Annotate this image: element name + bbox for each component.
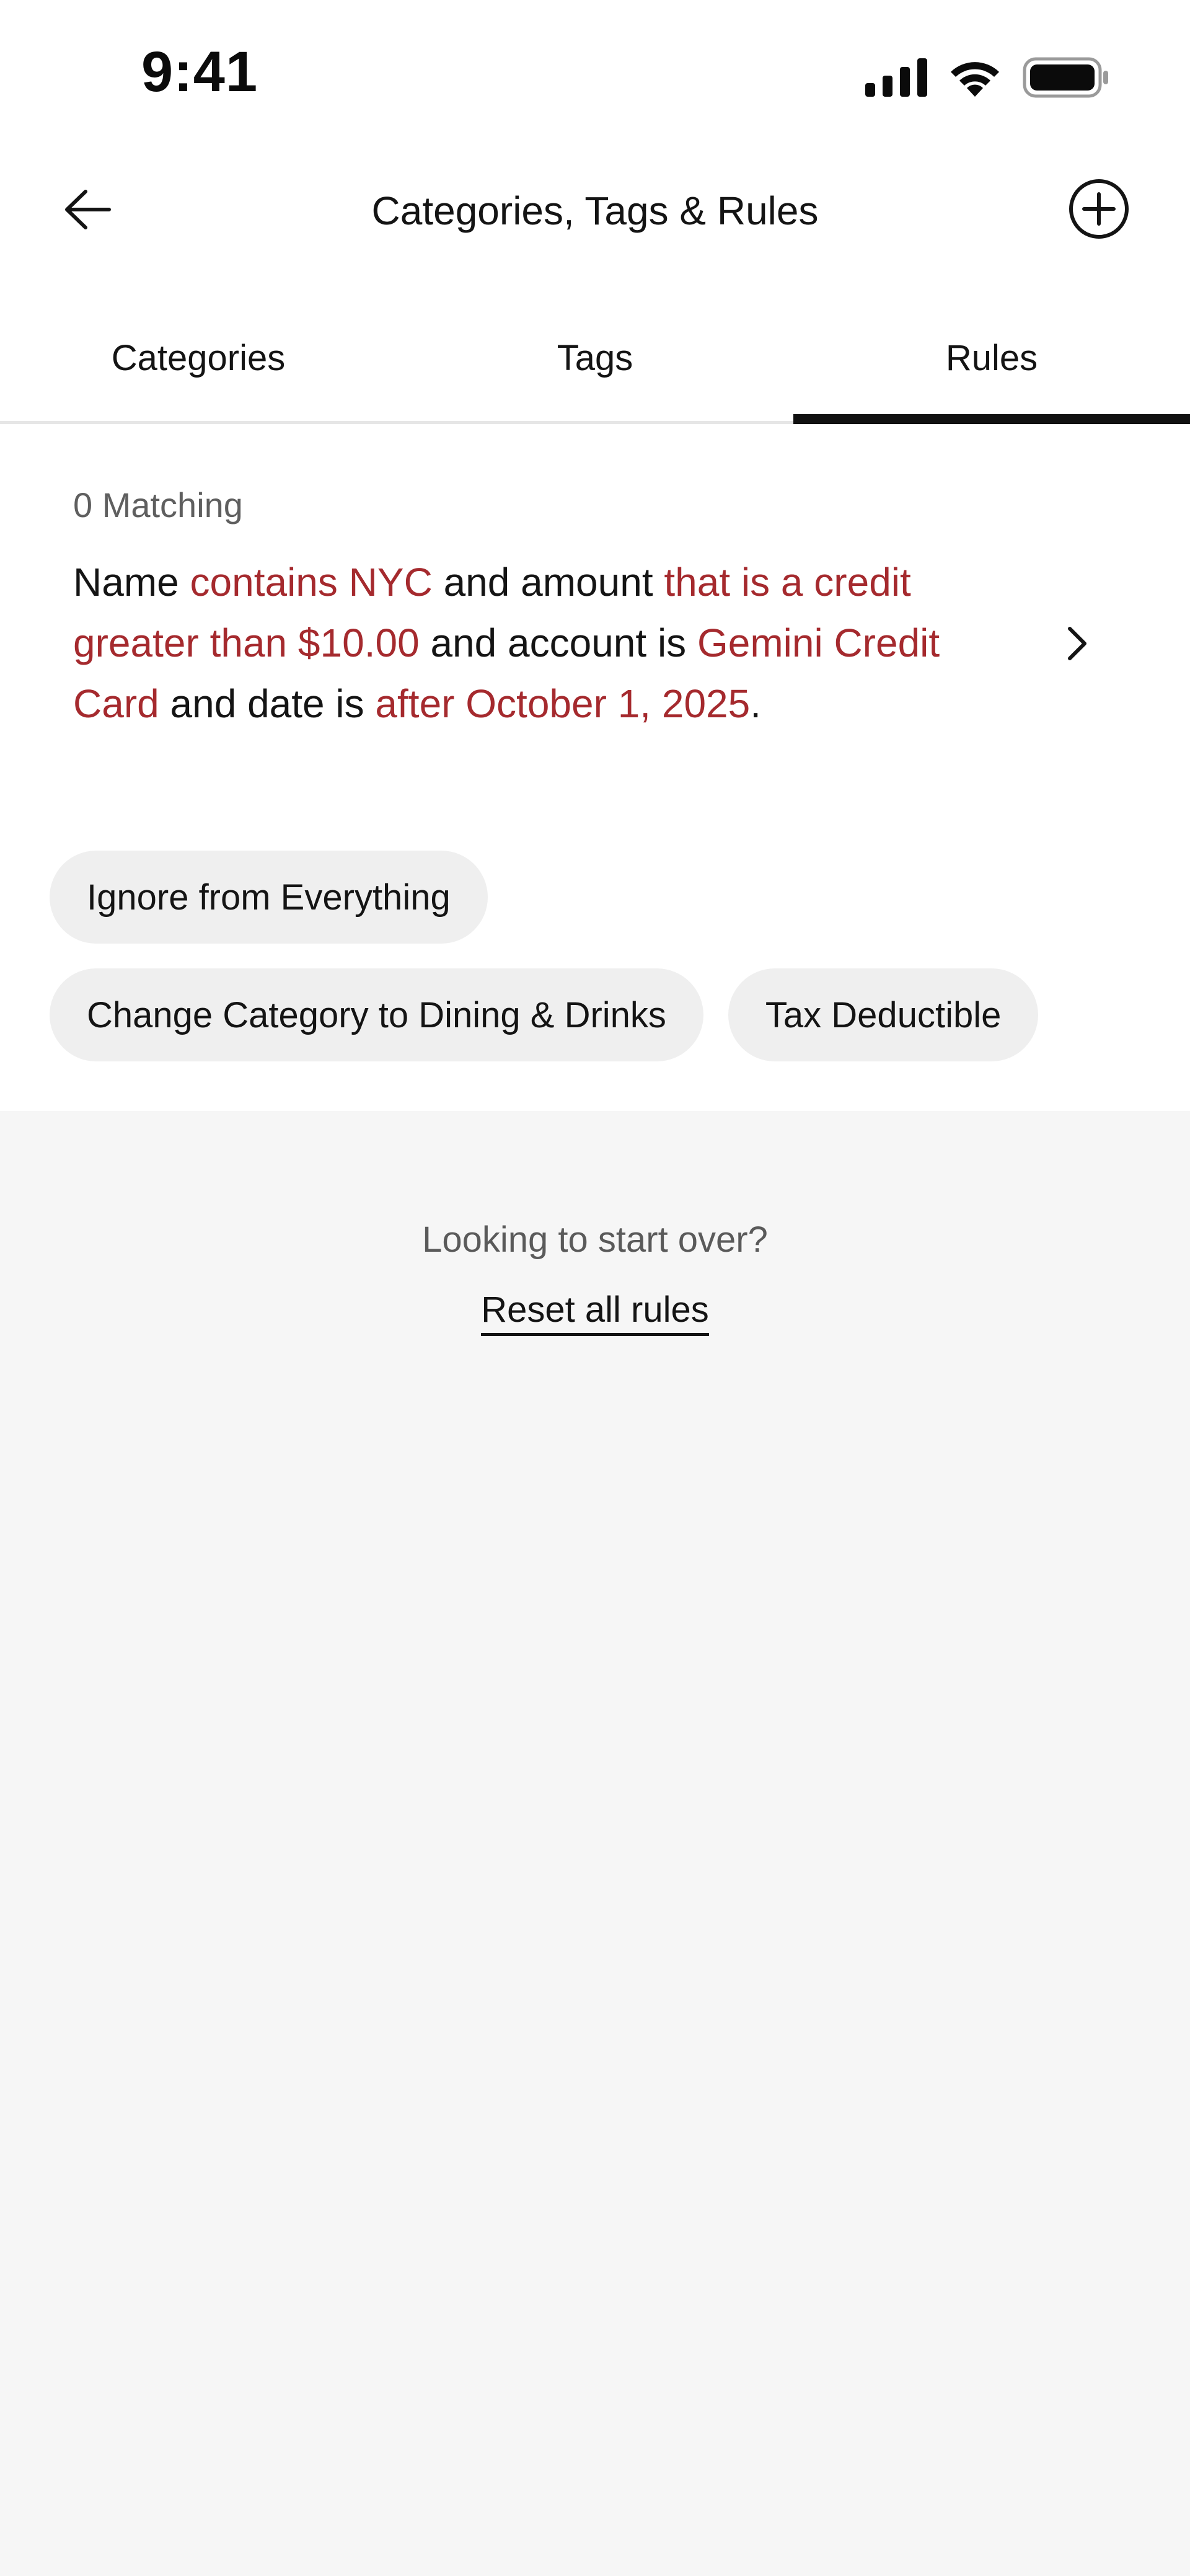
- action-chip-change-category[interactable]: Change Category to Dining & Drinks: [50, 968, 703, 1061]
- add-rule-button[interactable]: [1065, 176, 1133, 244]
- tab-tags[interactable]: Tags: [397, 322, 793, 421]
- rule-text-3: and account is: [419, 621, 697, 665]
- rule-text-5: .: [750, 681, 761, 726]
- rule-condition-name: contains NYC: [190, 560, 433, 604]
- content-panel: 9:41 Categories, Tags & Rules Categories…: [0, 0, 1190, 1111]
- rule-condition-date: after October 1, 2025: [375, 681, 751, 726]
- matching-count: 0 Matching: [73, 485, 243, 524]
- reset-section: Looking to start over? Reset all rules: [0, 1215, 1190, 1336]
- reset-prompt: Looking to start over?: [422, 1219, 768, 1260]
- chip-row: Ignore from Everything: [50, 851, 1140, 944]
- reset-all-rules-link[interactable]: Reset all rules: [481, 1287, 709, 1336]
- tab-rules[interactable]: Rules: [793, 322, 1190, 424]
- rule-text-1: Name: [73, 560, 190, 604]
- tab-bar: Categories Tags Rules: [0, 322, 1190, 424]
- status-time: 9:41: [141, 40, 258, 104]
- signal-icon: [865, 58, 927, 97]
- battery-icon: [1023, 57, 1109, 98]
- rule-text-4: and date is: [159, 681, 376, 726]
- page-title: Categories, Tags & Rules: [371, 188, 819, 233]
- rule-card[interactable]: 0 Matching Name contains NYC and amount …: [73, 484, 1127, 734]
- wifi-icon: [947, 57, 1003, 98]
- rule-description: Name contains NYC and amount that is a c…: [73, 552, 990, 734]
- rule-open-button[interactable]: [1052, 608, 1102, 682]
- plus-circle-icon: [1068, 178, 1130, 243]
- screen: 9:41 Categories, Tags & Rules Categories…: [0, 0, 1190, 2576]
- action-chip-ignore[interactable]: Ignore from Everything: [50, 851, 488, 944]
- action-chip-tax-deductible[interactable]: Tax Deductible: [728, 968, 1039, 1061]
- status-icons: [865, 56, 1109, 99]
- rule-text-2: and amount: [432, 560, 664, 604]
- chip-row: Change Category to Dining & Drinks Tax D…: [50, 968, 1140, 1061]
- tab-categories[interactable]: Categories: [0, 322, 397, 421]
- chevron-right-icon: [1065, 624, 1090, 666]
- rule-actions: Ignore from Everything Change Category t…: [50, 851, 1140, 1086]
